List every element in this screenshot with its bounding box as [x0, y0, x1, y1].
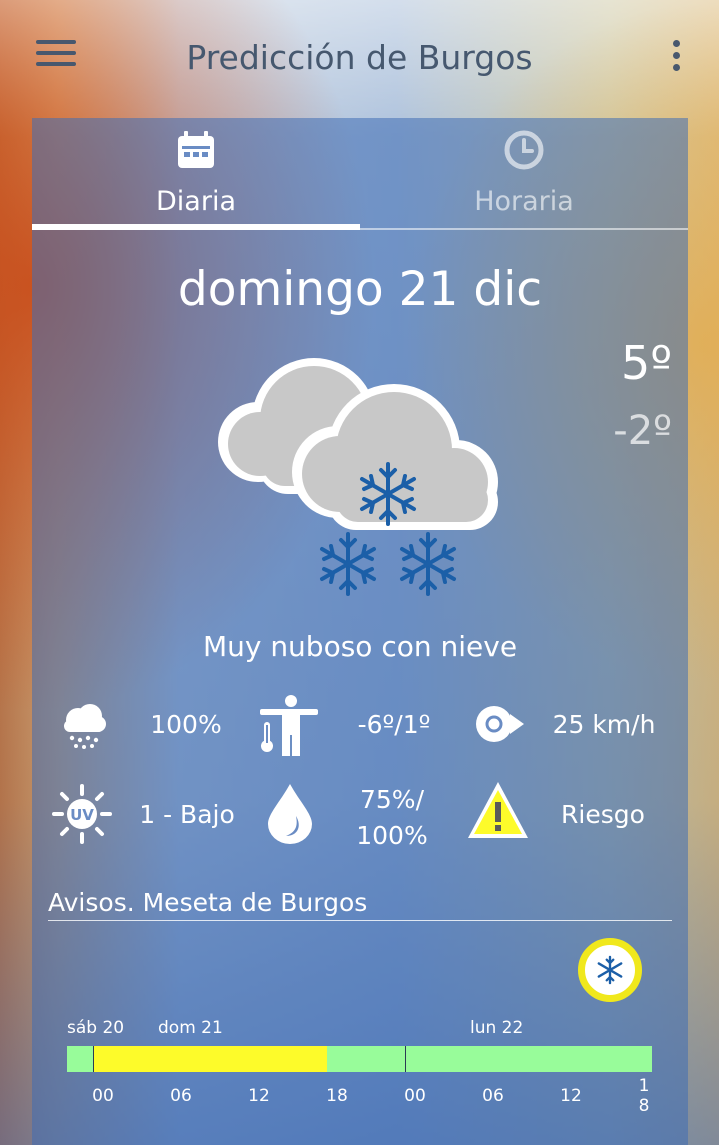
forecast-panel: Diaria Horaria domingo 21 dic 5º -2º Muy…: [32, 118, 688, 1145]
snowflake-icon: [597, 955, 623, 985]
day-label-lun: lun 22: [470, 1018, 524, 1038]
hour-label: 8: [638, 1096, 650, 1116]
timeline-segment-green: [67, 1046, 93, 1072]
avisos-title: Avisos. Meseta de Burgos: [48, 888, 368, 917]
temp-max: 5º: [621, 336, 672, 390]
alert-value: Riesgo: [561, 800, 645, 829]
snow-warning-badge[interactable]: [578, 938, 642, 1002]
active-tab-indicator: [32, 224, 360, 230]
rain-cloud-icon: [64, 704, 106, 749]
day-label-sab: sáb 20: [67, 1018, 125, 1038]
water-drop-icon: [268, 784, 312, 844]
timeline-day-divider: [405, 1046, 406, 1072]
person-thermometer-icon: [260, 695, 318, 756]
temp-min: -2º: [613, 408, 672, 454]
calendar-icon: [178, 131, 214, 168]
tab-bar: Diaria Horaria: [32, 118, 688, 230]
avisos-divider: [48, 920, 672, 921]
hour-label: 1: [638, 1076, 650, 1096]
hour-label: 00: [92, 1086, 114, 1106]
humidity-value: 75%/ 100%: [334, 782, 450, 854]
day-label-dom: dom 21: [158, 1018, 223, 1038]
feels-like-value: -6º/1º: [357, 710, 431, 739]
wind-value: 25 km/h: [552, 710, 656, 739]
app-title: Predicción de Burgos: [186, 38, 533, 77]
precip-value: 100%: [150, 710, 222, 739]
tab-diaria-label: Diaria: [156, 186, 236, 217]
humidity-max: 75%/: [360, 785, 424, 814]
svg-text:UV: UV: [70, 806, 94, 824]
more-options-icon[interactable]: [668, 40, 684, 76]
hour-label: 12: [560, 1086, 582, 1106]
humidity-min: 100%: [356, 821, 428, 850]
weather-description: Muy nuboso con nieve: [202, 630, 518, 663]
hour-label: 18: [326, 1086, 348, 1106]
timeline-segment-yellow: [93, 1046, 327, 1072]
tab-horaria[interactable]: Horaria: [360, 118, 688, 230]
warning-triangle-icon[interactable]: [466, 778, 530, 842]
hour-label: 00: [404, 1086, 426, 1106]
warnings-timeline: [67, 1046, 652, 1072]
clock-icon: [504, 130, 544, 170]
wind-direction-icon: [476, 706, 524, 742]
tab-horaria-label: Horaria: [474, 186, 574, 217]
forecast-date: domingo 21 dic: [177, 262, 543, 317]
app-bar: Predicción de Burgos: [0, 0, 719, 118]
hour-label: 06: [170, 1086, 192, 1106]
uv-value: 1 - Bajo: [139, 800, 235, 829]
tab-diaria[interactable]: Diaria: [32, 118, 360, 230]
cloud-snow-icon: [218, 358, 498, 596]
hour-label: 12: [248, 1086, 270, 1106]
uv-sun-icon: UV: [52, 784, 112, 844]
timeline-segment-green: [327, 1046, 652, 1072]
timeline-day-divider: [93, 1046, 94, 1072]
hour-label: 06: [482, 1086, 504, 1106]
